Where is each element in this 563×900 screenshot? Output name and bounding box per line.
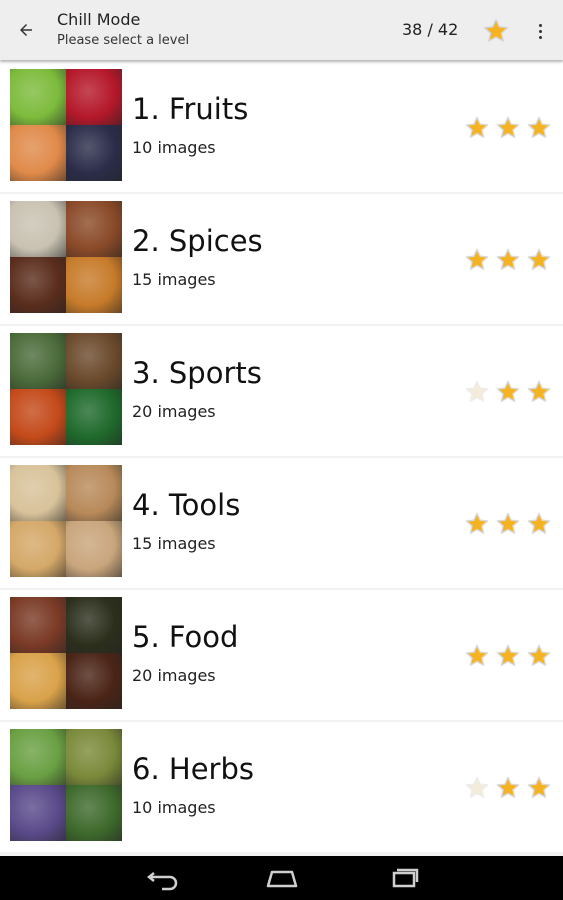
star-filled-icon: [496, 380, 520, 403]
level-star-rating: [464, 379, 552, 405]
thumbnail-tile: [66, 333, 122, 389]
star-filled-icon: [465, 248, 489, 271]
level-star-rating: [464, 115, 552, 141]
level-thumbnail: [10, 729, 122, 841]
star-button[interactable]: [482, 17, 510, 45]
star-filled-icon: [527, 776, 551, 799]
score-counter: 38 / 42: [402, 20, 459, 39]
star-filled-icon: [527, 512, 551, 535]
star-filled-icon: [465, 116, 489, 139]
thumbnail-tile: [10, 69, 66, 125]
star-filled-icon: [465, 512, 489, 535]
level-image-count: 20 images: [132, 666, 216, 685]
system-nav-bar: [0, 856, 563, 900]
thumbnail-tile: [66, 785, 122, 841]
nav-back-icon[interactable]: [142, 864, 182, 892]
level-row[interactable]: 4. Tools 15 images: [0, 458, 563, 588]
thumbnail-tile: [66, 257, 122, 313]
thumbnail-tile: [66, 653, 122, 709]
level-thumbnail: [10, 333, 122, 445]
level-star-rating: [464, 511, 552, 537]
thumbnail-tile: [10, 333, 66, 389]
level-row[interactable]: 3. Sports 20 images: [0, 326, 563, 456]
level-row[interactable]: 1. Fruits 10 images: [0, 62, 563, 192]
thumbnail-tile: [66, 125, 122, 181]
thumbnail-tile: [10, 785, 66, 841]
thumbnail-tile: [66, 389, 122, 445]
thumbnail-tile: [10, 201, 66, 257]
back-button[interactable]: [12, 16, 40, 44]
level-row[interactable]: 6. Herbs 10 images: [0, 722, 563, 852]
app-title: Chill Mode: [57, 10, 141, 29]
thumbnail-tile: [66, 69, 122, 125]
level-image-count: 15 images: [132, 534, 216, 553]
level-image-count: 15 images: [132, 270, 216, 289]
star-filled-icon: [527, 380, 551, 403]
level-star-rating: [464, 643, 552, 669]
level-title: 1. Fruits: [132, 92, 249, 126]
thumbnail-tile: [66, 521, 122, 577]
star-filled-icon: [465, 644, 489, 667]
level-title: 6. Herbs: [132, 752, 254, 786]
arrow-back-icon: [20, 24, 32, 36]
level-title: 2. Spices: [132, 224, 263, 258]
level-thumbnail: [10, 597, 122, 709]
level-list: 1. Fruits 10 images 2. Spices 15 images 3. S…: [0, 60, 563, 856]
star-filled-icon: [527, 248, 551, 271]
thumbnail-tile: [10, 653, 66, 709]
app-subtitle: Please select a level: [57, 33, 190, 48]
level-image-count: 10 images: [132, 138, 216, 157]
thumbnail-tile: [66, 465, 122, 521]
level-title: 3. Sports: [132, 356, 262, 390]
nav-recents-icon[interactable]: [383, 864, 423, 892]
thumbnail-tile: [66, 729, 122, 785]
level-title: 5. Food: [132, 620, 239, 654]
nav-home-icon[interactable]: [262, 864, 302, 892]
star-empty-icon: [465, 380, 489, 403]
app-bar: Chill Mode Please select a level 38 / 42: [0, 0, 563, 60]
thumbnail-tile: [10, 389, 66, 445]
thumbnail-tile: [66, 597, 122, 653]
level-row[interactable]: 5. Food 20 images: [0, 590, 563, 720]
level-image-count: 20 images: [132, 402, 216, 421]
more-vert-icon: [538, 23, 542, 27]
level-star-rating: [464, 247, 552, 273]
thumbnail-tile: [10, 257, 66, 313]
star-filled-icon: [527, 644, 551, 667]
star-icon: [483, 18, 509, 42]
star-filled-icon: [496, 512, 520, 535]
star-filled-icon: [496, 644, 520, 667]
thumbnail-tile: [10, 521, 66, 577]
thumbnail-tile: [10, 729, 66, 785]
star-filled-icon: [527, 116, 551, 139]
star-filled-icon: [496, 776, 520, 799]
star-empty-icon: [465, 776, 489, 799]
level-thumbnail: [10, 465, 122, 577]
level-image-count: 10 images: [132, 798, 216, 817]
more-options-button[interactable]: [532, 18, 548, 44]
level-star-rating: [464, 775, 552, 801]
level-title: 4. Tools: [132, 488, 241, 522]
level-thumbnail: [10, 69, 122, 181]
thumbnail-tile: [10, 465, 66, 521]
thumbnail-tile: [66, 201, 122, 257]
level-row[interactable]: 2. Spices 15 images: [0, 194, 563, 324]
star-filled-icon: [496, 248, 520, 271]
thumbnail-tile: [10, 125, 66, 181]
thumbnail-tile: [10, 597, 66, 653]
star-filled-icon: [496, 116, 520, 139]
level-thumbnail: [10, 201, 122, 313]
